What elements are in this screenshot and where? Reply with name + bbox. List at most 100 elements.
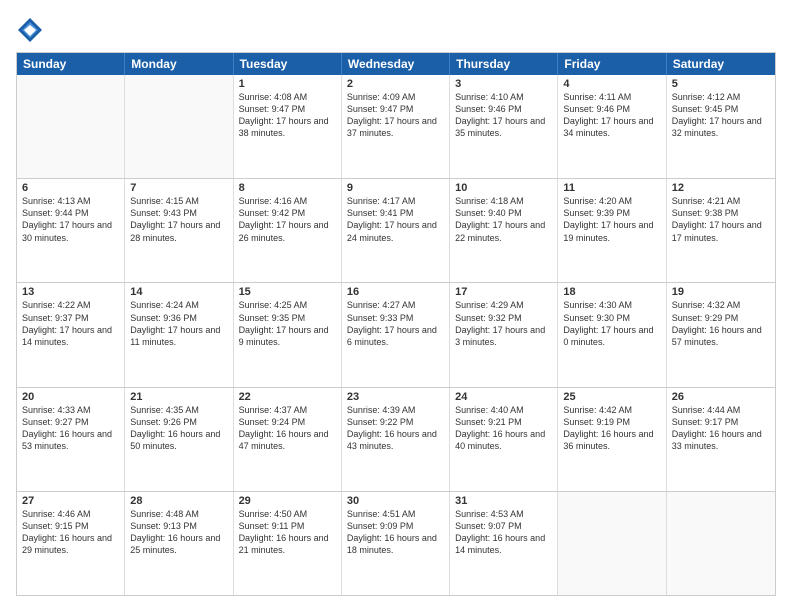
header-day-thursday: Thursday bbox=[450, 53, 558, 75]
day-number: 6 bbox=[22, 182, 119, 194]
header-day-saturday: Saturday bbox=[667, 53, 775, 75]
cell-info: Sunrise: 4:22 AM Sunset: 9:37 PM Dayligh… bbox=[22, 299, 119, 348]
day-number: 26 bbox=[672, 391, 770, 403]
day-number: 2 bbox=[347, 78, 444, 90]
day-number: 24 bbox=[455, 391, 552, 403]
calendar-cell: 19Sunrise: 4:32 AM Sunset: 9:29 PM Dayli… bbox=[667, 283, 775, 386]
header-day-wednesday: Wednesday bbox=[342, 53, 450, 75]
calendar-week-2: 6Sunrise: 4:13 AM Sunset: 9:44 PM Daylig… bbox=[17, 178, 775, 282]
day-number: 7 bbox=[130, 182, 227, 194]
calendar-cell: 22Sunrise: 4:37 AM Sunset: 9:24 PM Dayli… bbox=[234, 388, 342, 491]
day-number: 17 bbox=[455, 286, 552, 298]
calendar-cell: 28Sunrise: 4:48 AM Sunset: 9:13 PM Dayli… bbox=[125, 492, 233, 595]
header bbox=[16, 16, 776, 44]
day-number: 9 bbox=[347, 182, 444, 194]
day-number: 30 bbox=[347, 495, 444, 507]
cell-info: Sunrise: 4:18 AM Sunset: 9:40 PM Dayligh… bbox=[455, 195, 552, 244]
cell-info: Sunrise: 4:17 AM Sunset: 9:41 PM Dayligh… bbox=[347, 195, 444, 244]
calendar-week-4: 20Sunrise: 4:33 AM Sunset: 9:27 PM Dayli… bbox=[17, 387, 775, 491]
calendar-cell: 3Sunrise: 4:10 AM Sunset: 9:46 PM Daylig… bbox=[450, 75, 558, 178]
calendar-body: 1Sunrise: 4:08 AM Sunset: 9:47 PM Daylig… bbox=[17, 75, 775, 595]
day-number: 22 bbox=[239, 391, 336, 403]
calendar-cell: 8Sunrise: 4:16 AM Sunset: 9:42 PM Daylig… bbox=[234, 179, 342, 282]
day-number: 1 bbox=[239, 78, 336, 90]
cell-info: Sunrise: 4:27 AM Sunset: 9:33 PM Dayligh… bbox=[347, 299, 444, 348]
calendar-cell: 13Sunrise: 4:22 AM Sunset: 9:37 PM Dayli… bbox=[17, 283, 125, 386]
calendar-week-3: 13Sunrise: 4:22 AM Sunset: 9:37 PM Dayli… bbox=[17, 282, 775, 386]
cell-info: Sunrise: 4:44 AM Sunset: 9:17 PM Dayligh… bbox=[672, 404, 770, 453]
calendar-cell: 31Sunrise: 4:53 AM Sunset: 9:07 PM Dayli… bbox=[450, 492, 558, 595]
calendar-cell: 10Sunrise: 4:18 AM Sunset: 9:40 PM Dayli… bbox=[450, 179, 558, 282]
day-number: 10 bbox=[455, 182, 552, 194]
day-number: 11 bbox=[563, 182, 660, 194]
calendar-week-5: 27Sunrise: 4:46 AM Sunset: 9:15 PM Dayli… bbox=[17, 491, 775, 595]
calendar-cell: 18Sunrise: 4:30 AM Sunset: 9:30 PM Dayli… bbox=[558, 283, 666, 386]
cell-info: Sunrise: 4:51 AM Sunset: 9:09 PM Dayligh… bbox=[347, 508, 444, 557]
day-number: 4 bbox=[563, 78, 660, 90]
day-number: 27 bbox=[22, 495, 119, 507]
day-number: 15 bbox=[239, 286, 336, 298]
calendar-cell: 27Sunrise: 4:46 AM Sunset: 9:15 PM Dayli… bbox=[17, 492, 125, 595]
cell-info: Sunrise: 4:21 AM Sunset: 9:38 PM Dayligh… bbox=[672, 195, 770, 244]
cell-info: Sunrise: 4:35 AM Sunset: 9:26 PM Dayligh… bbox=[130, 404, 227, 453]
calendar-cell: 26Sunrise: 4:44 AM Sunset: 9:17 PM Dayli… bbox=[667, 388, 775, 491]
day-number: 3 bbox=[455, 78, 552, 90]
cell-info: Sunrise: 4:29 AM Sunset: 9:32 PM Dayligh… bbox=[455, 299, 552, 348]
calendar-cell bbox=[667, 492, 775, 595]
calendar-cell: 5Sunrise: 4:12 AM Sunset: 9:45 PM Daylig… bbox=[667, 75, 775, 178]
calendar-cell: 15Sunrise: 4:25 AM Sunset: 9:35 PM Dayli… bbox=[234, 283, 342, 386]
calendar-cell: 21Sunrise: 4:35 AM Sunset: 9:26 PM Dayli… bbox=[125, 388, 233, 491]
cell-info: Sunrise: 4:40 AM Sunset: 9:21 PM Dayligh… bbox=[455, 404, 552, 453]
calendar-cell: 11Sunrise: 4:20 AM Sunset: 9:39 PM Dayli… bbox=[558, 179, 666, 282]
header-day-friday: Friday bbox=[558, 53, 666, 75]
cell-info: Sunrise: 4:50 AM Sunset: 9:11 PM Dayligh… bbox=[239, 508, 336, 557]
calendar-cell: 23Sunrise: 4:39 AM Sunset: 9:22 PM Dayli… bbox=[342, 388, 450, 491]
day-number: 16 bbox=[347, 286, 444, 298]
calendar-cell: 7Sunrise: 4:15 AM Sunset: 9:43 PM Daylig… bbox=[125, 179, 233, 282]
page: SundayMondayTuesdayWednesdayThursdayFrid… bbox=[0, 0, 792, 612]
calendar-header: SundayMondayTuesdayWednesdayThursdayFrid… bbox=[17, 53, 775, 75]
calendar-cell: 6Sunrise: 4:13 AM Sunset: 9:44 PM Daylig… bbox=[17, 179, 125, 282]
calendar-cell: 14Sunrise: 4:24 AM Sunset: 9:36 PM Dayli… bbox=[125, 283, 233, 386]
day-number: 12 bbox=[672, 182, 770, 194]
cell-info: Sunrise: 4:30 AM Sunset: 9:30 PM Dayligh… bbox=[563, 299, 660, 348]
cell-info: Sunrise: 4:39 AM Sunset: 9:22 PM Dayligh… bbox=[347, 404, 444, 453]
calendar-cell: 12Sunrise: 4:21 AM Sunset: 9:38 PM Dayli… bbox=[667, 179, 775, 282]
calendar-cell: 30Sunrise: 4:51 AM Sunset: 9:09 PM Dayli… bbox=[342, 492, 450, 595]
day-number: 19 bbox=[672, 286, 770, 298]
calendar-cell: 24Sunrise: 4:40 AM Sunset: 9:21 PM Dayli… bbox=[450, 388, 558, 491]
cell-info: Sunrise: 4:10 AM Sunset: 9:46 PM Dayligh… bbox=[455, 91, 552, 140]
calendar-cell bbox=[125, 75, 233, 178]
cell-info: Sunrise: 4:15 AM Sunset: 9:43 PM Dayligh… bbox=[130, 195, 227, 244]
calendar: SundayMondayTuesdayWednesdayThursdayFrid… bbox=[16, 52, 776, 596]
calendar-cell: 4Sunrise: 4:11 AM Sunset: 9:46 PM Daylig… bbox=[558, 75, 666, 178]
day-number: 18 bbox=[563, 286, 660, 298]
cell-info: Sunrise: 4:33 AM Sunset: 9:27 PM Dayligh… bbox=[22, 404, 119, 453]
cell-info: Sunrise: 4:53 AM Sunset: 9:07 PM Dayligh… bbox=[455, 508, 552, 557]
day-number: 28 bbox=[130, 495, 227, 507]
day-number: 14 bbox=[130, 286, 227, 298]
day-number: 13 bbox=[22, 286, 119, 298]
cell-info: Sunrise: 4:42 AM Sunset: 9:19 PM Dayligh… bbox=[563, 404, 660, 453]
logo-icon bbox=[16, 16, 44, 44]
header-day-tuesday: Tuesday bbox=[234, 53, 342, 75]
calendar-cell: 9Sunrise: 4:17 AM Sunset: 9:41 PM Daylig… bbox=[342, 179, 450, 282]
logo bbox=[16, 16, 48, 44]
cell-info: Sunrise: 4:08 AM Sunset: 9:47 PM Dayligh… bbox=[239, 91, 336, 140]
day-number: 5 bbox=[672, 78, 770, 90]
day-number: 21 bbox=[130, 391, 227, 403]
cell-info: Sunrise: 4:20 AM Sunset: 9:39 PM Dayligh… bbox=[563, 195, 660, 244]
calendar-cell: 17Sunrise: 4:29 AM Sunset: 9:32 PM Dayli… bbox=[450, 283, 558, 386]
day-number: 20 bbox=[22, 391, 119, 403]
cell-info: Sunrise: 4:46 AM Sunset: 9:15 PM Dayligh… bbox=[22, 508, 119, 557]
calendar-cell: 16Sunrise: 4:27 AM Sunset: 9:33 PM Dayli… bbox=[342, 283, 450, 386]
cell-info: Sunrise: 4:32 AM Sunset: 9:29 PM Dayligh… bbox=[672, 299, 770, 348]
header-day-monday: Monday bbox=[125, 53, 233, 75]
calendar-cell: 2Sunrise: 4:09 AM Sunset: 9:47 PM Daylig… bbox=[342, 75, 450, 178]
calendar-cell: 1Sunrise: 4:08 AM Sunset: 9:47 PM Daylig… bbox=[234, 75, 342, 178]
calendar-cell: 20Sunrise: 4:33 AM Sunset: 9:27 PM Dayli… bbox=[17, 388, 125, 491]
day-number: 8 bbox=[239, 182, 336, 194]
cell-info: Sunrise: 4:16 AM Sunset: 9:42 PM Dayligh… bbox=[239, 195, 336, 244]
cell-info: Sunrise: 4:11 AM Sunset: 9:46 PM Dayligh… bbox=[563, 91, 660, 140]
day-number: 23 bbox=[347, 391, 444, 403]
